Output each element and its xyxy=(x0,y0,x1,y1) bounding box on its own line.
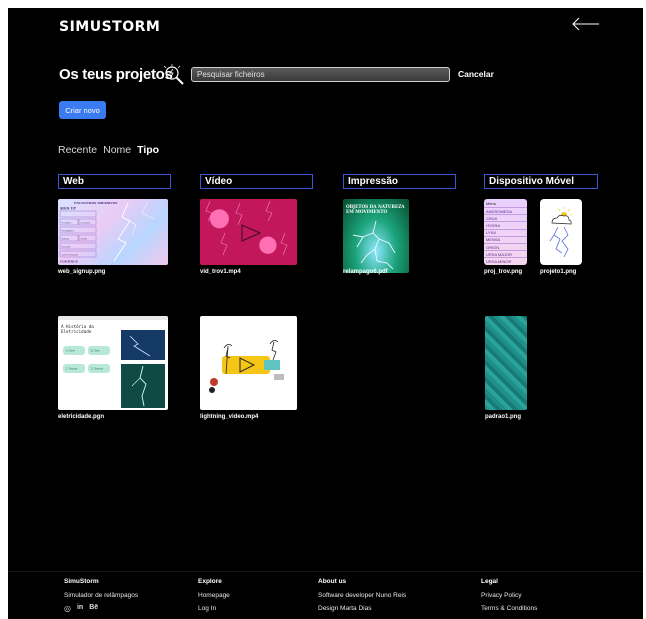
web-field-email: Email Address xyxy=(62,230,75,233)
search-input[interactable] xyxy=(191,67,450,82)
file-thumbnail-padrao1[interactable] xyxy=(485,316,527,410)
app-window: SIMUSTORM Os teus projetos Cancelar Cria… xyxy=(8,8,643,619)
web-heading-text: ENCONTROS IMERSIVOS xyxy=(74,201,117,205)
create-new-button[interactable]: Criar novo xyxy=(59,101,106,119)
file-name: eletricidade.pgn xyxy=(58,414,105,420)
elec-item-b: B. Cisne xyxy=(91,351,100,353)
category-print: Impressão xyxy=(343,174,456,189)
category-web: Web xyxy=(58,174,171,189)
footer-col-about: About us Software developer Nuno Reis De… xyxy=(318,578,406,618)
category-video: Vídeo xyxy=(200,174,313,189)
play-icon xyxy=(241,224,262,242)
file-name: web_signup.png xyxy=(58,269,106,275)
footer-heading: About us xyxy=(318,578,347,585)
menu-item: URSA MAJOR xyxy=(484,250,527,257)
web-field-last: Last Name xyxy=(81,222,92,225)
file-thumbnail-vid-trov1[interactable] xyxy=(200,199,297,265)
web-field-birthday: Birthday xyxy=(62,238,69,241)
menu-item: HYDRA xyxy=(484,221,527,228)
file-thumbnail-web-signup[interactable]: ENCONTROS IMERSIVOS SIGN UP First Name L… xyxy=(58,199,168,265)
presentation-preview: A História da Eletricidade A. Cisne B. C… xyxy=(58,316,168,408)
footer: SimuStorm Simulador de relâmpagos ◎ in B… xyxy=(8,571,643,619)
file-thumbnail-lightning-video[interactable] xyxy=(200,316,297,410)
print-title-text: OBJETOS DA NATUREZA EM MOVIMENTO xyxy=(346,204,406,214)
weather-storm-icon xyxy=(549,207,572,258)
menu-list: ANDROMEDA CRUX HYDRA LYNX MENSA ORION URSA MAJ… xyxy=(484,207,527,265)
linkedin-icon[interactable]: in xyxy=(77,604,83,613)
sort-tab-name[interactable]: Nome xyxy=(103,144,131,156)
footer-col-simustorm: SimuStorm Simulador de relâmpagos ◎ in B… xyxy=(64,578,138,613)
sort-tabs: Recente Nome Tipo xyxy=(58,144,159,156)
footer-link-homepage[interactable]: Homepage xyxy=(198,592,230,599)
menu-item: LYNX xyxy=(484,228,527,236)
video-preview xyxy=(205,200,288,256)
web-field-first: First Name xyxy=(62,222,73,225)
footer-link[interactable]: Simulador de relâmpagos xyxy=(64,592,138,599)
web-field-password: Password xyxy=(62,247,71,249)
sort-tab-type[interactable]: Tipo xyxy=(137,144,159,156)
social-icons: ◎ in Bē xyxy=(64,604,138,613)
brand-logo[interactable]: SIMUSTORM xyxy=(59,19,160,35)
back-arrow-icon[interactable] xyxy=(571,16,601,32)
instagram-icon[interactable]: ◎ xyxy=(64,604,71,613)
footer-col-explore: Explore Homepage Log In xyxy=(198,578,230,618)
file-name: vid_trov1.mp4 xyxy=(200,269,241,275)
elec-item-a: A. Cisne xyxy=(66,350,75,353)
cancel-button[interactable]: Cancelar xyxy=(458,69,494,79)
menu-item: ANDROMEDA xyxy=(484,207,527,214)
illustration-video-preview xyxy=(209,340,284,393)
footer-heading: Explore xyxy=(198,578,222,585)
footer-heading: SimuStorm xyxy=(64,578,99,585)
elec-title-text: A História da Eletricidade xyxy=(61,324,96,334)
file-thumbnail-projeto1[interactable] xyxy=(540,199,582,265)
footer-col-legal: Legal Privacy Policy Terms & Conditions xyxy=(481,578,537,618)
footer-link-terms[interactable]: Terms & Conditions xyxy=(481,605,537,612)
footer-link-design[interactable]: Design Marta Dias xyxy=(318,605,406,612)
menu-item: MENSA xyxy=(484,235,527,243)
file-thumbnail-proj-trov[interactable]: Menu ANDROMEDA CRUX HYDRA LYNX MENSA ORION URS… xyxy=(484,199,527,265)
footer-link-privacy[interactable]: Privacy Policy xyxy=(481,592,537,599)
menu-item: URSA MINOR xyxy=(484,257,527,264)
sort-tab-recent[interactable]: Recente xyxy=(58,144,97,156)
file-name: lightning_video.mp4 xyxy=(200,414,259,420)
web-field-confirm: Confirm Password xyxy=(62,255,78,257)
web-field-gender: Gender xyxy=(81,239,88,241)
elec-item-c: C. Tesoura xyxy=(66,368,78,371)
menu-item: CRUX xyxy=(484,214,527,221)
file-thumbnail-relampago6[interactable]: OBJETOS DA NATUREZA EM MOVIMENTO xyxy=(343,199,409,273)
web-continue-text: CONTINUE xyxy=(60,260,78,264)
file-name: projeto1.png xyxy=(540,269,577,275)
page-title: Os teus projetos xyxy=(59,66,173,83)
menu-item: ORION xyxy=(484,243,527,250)
web-signup-text: SIGN UP xyxy=(60,207,76,211)
file-name: proj_trov.png xyxy=(484,269,523,275)
signup-form-preview: ENCONTROS IMERSIVOS SIGN UP First Name L… xyxy=(59,200,155,264)
footer-link-login[interactable]: Log In xyxy=(198,605,230,612)
behance-icon[interactable]: Bē xyxy=(89,604,98,613)
elec-item-d: D. Cisnente xyxy=(91,368,104,371)
file-name: relampago6.pdf xyxy=(343,269,388,275)
file-name: padrao1.png xyxy=(485,414,522,420)
menu-title: Menu xyxy=(486,201,497,206)
footer-link-developer[interactable]: Software developer Nuno Reis xyxy=(318,592,406,599)
category-mobile: Dispositivo Móvel xyxy=(484,174,598,189)
footer-heading: Legal xyxy=(481,578,498,585)
poster-preview: OBJETOS DA NATUREZA EM MOVIMENTO xyxy=(346,204,406,270)
search-lightning-icon xyxy=(163,64,184,85)
file-thumbnail-eletricidade[interactable]: A História da Eletricidade A. Cisne B. C… xyxy=(58,316,168,410)
